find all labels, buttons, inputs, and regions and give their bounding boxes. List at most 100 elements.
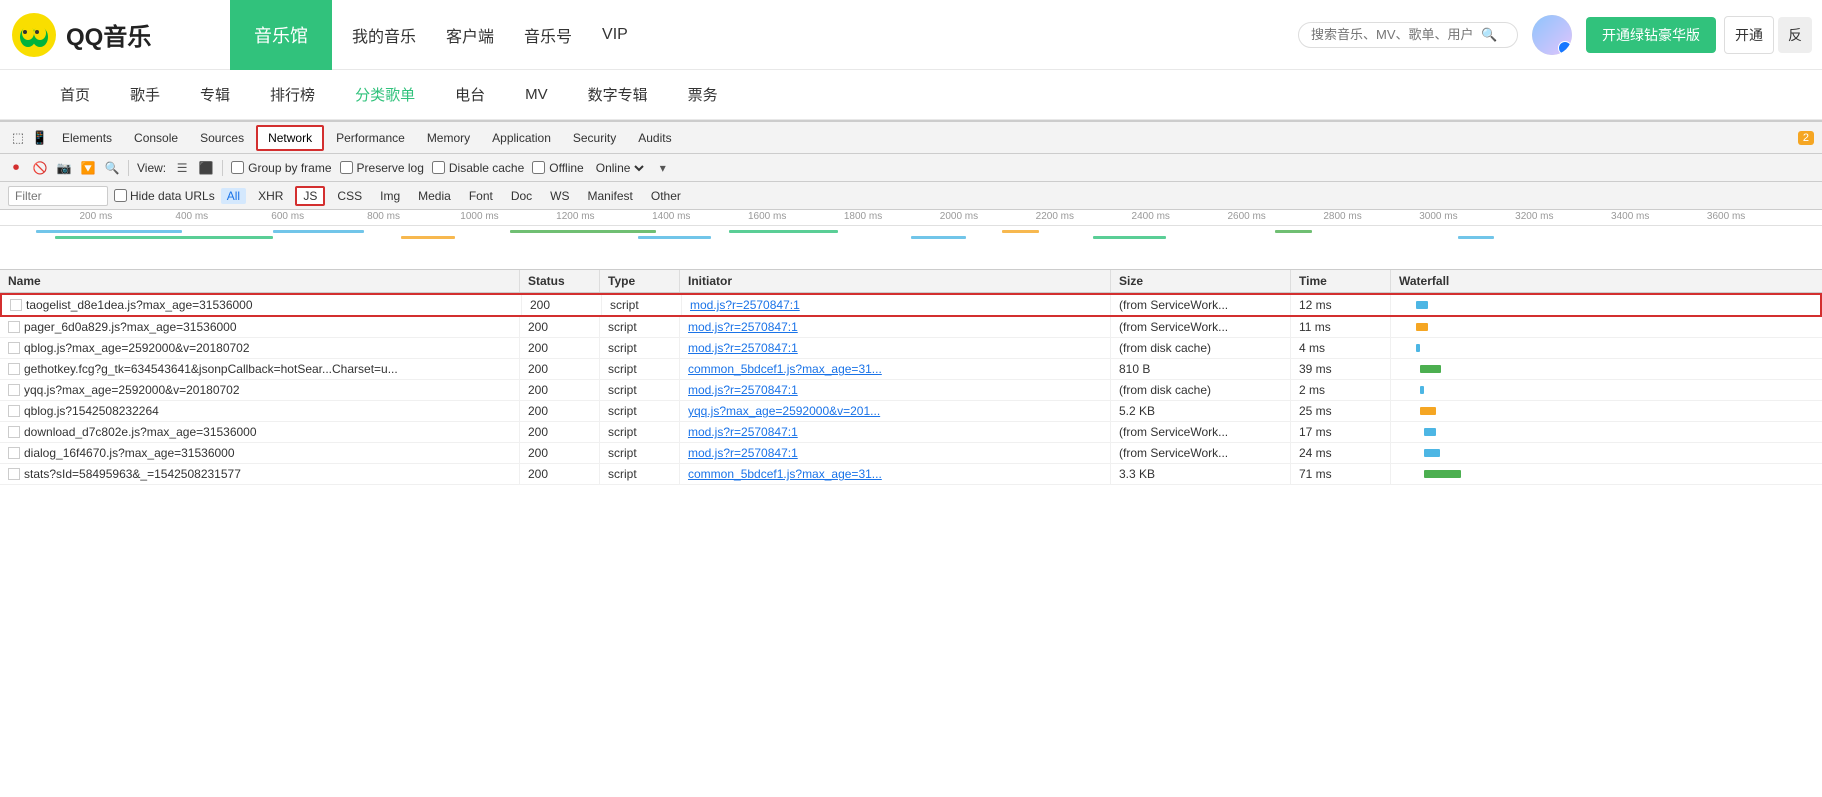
table-row[interactable]: pager_6d0a829.js?max_age=31536000200scri…: [0, 317, 1822, 338]
view-list-icon[interactable]: ☰: [174, 160, 190, 176]
row-waterfall: [1391, 464, 1822, 484]
group-by-frame-checkbox[interactable]: Group by frame: [231, 161, 331, 175]
nav-active-btn[interactable]: 音乐馆: [230, 0, 332, 70]
file-icon: [8, 384, 20, 396]
preserve-log-checkbox[interactable]: Preserve log: [340, 161, 424, 175]
sec-nav-ticket[interactable]: 票务: [688, 80, 718, 109]
row-initiator[interactable]: yqq.js?max_age=2592000&v=201...: [688, 404, 880, 418]
sec-nav-playlist[interactable]: 分类歌单: [355, 80, 415, 109]
table-row[interactable]: yqq.js?max_age=2592000&v=20180702200scri…: [0, 380, 1822, 401]
filter-icon[interactable]: 🔽: [80, 160, 96, 176]
row-time: 11 ms: [1291, 317, 1391, 337]
row-type: script: [600, 359, 680, 379]
filter-manifest-btn[interactable]: Manifest: [582, 188, 639, 204]
online-select[interactable]: Online: [592, 160, 647, 176]
offline-checkbox[interactable]: Offline: [532, 161, 583, 175]
search-input[interactable]: [1311, 27, 1481, 42]
col-header-size[interactable]: Size: [1111, 270, 1291, 292]
nav-link-musicno[interactable]: 音乐号: [524, 23, 572, 47]
filter-css-btn[interactable]: CSS: [331, 188, 368, 204]
col-header-type[interactable]: Type: [600, 270, 680, 292]
feedback-button[interactable]: 反: [1778, 17, 1812, 53]
row-status: 200: [520, 338, 600, 358]
search-network-icon[interactable]: 🔍: [104, 160, 120, 176]
search-icon: 🔍: [1481, 27, 1497, 43]
nav-link-music[interactable]: 我的音乐: [352, 23, 416, 47]
sec-nav-album[interactable]: 专辑: [200, 80, 230, 109]
filter-all-btn[interactable]: All: [221, 188, 246, 204]
file-icon: [8, 468, 20, 480]
vip-button[interactable]: 开通绿钻豪华版: [1586, 17, 1716, 53]
row-time: 71 ms: [1291, 464, 1391, 484]
row-name: yqq.js?max_age=2592000&v=20180702: [24, 383, 240, 397]
filter-ws-btn[interactable]: WS: [544, 188, 575, 204]
sec-nav-home[interactable]: 首页: [60, 80, 90, 109]
filter-js-btn[interactable]: JS: [295, 186, 325, 206]
row-size: (from ServiceWork...: [1111, 443, 1291, 463]
row-initiator[interactable]: mod.js?r=2570847:1: [688, 320, 798, 334]
table-row[interactable]: taogelist_d8e1dea.js?max_age=31536000200…: [0, 293, 1822, 317]
nav-link-client[interactable]: 客户端: [446, 23, 494, 47]
tab-security[interactable]: Security: [563, 127, 626, 149]
table-row[interactable]: stats?sId=58495963&_=1542508231577200scr…: [0, 464, 1822, 485]
filter-input[interactable]: [8, 186, 108, 206]
row-initiator[interactable]: mod.js?r=2570847:1: [688, 383, 798, 397]
online-dropdown-icon[interactable]: ▾: [655, 160, 671, 176]
filter-other-btn[interactable]: Other: [645, 188, 687, 204]
sec-nav-digital[interactable]: 数字专辑: [588, 80, 648, 109]
row-type: script: [600, 317, 680, 337]
file-icon: [8, 405, 20, 417]
row-name: download_d7c802e.js?max_age=31536000: [24, 425, 257, 439]
table-row[interactable]: dialog_16f4670.js?max_age=31536000200scr…: [0, 443, 1822, 464]
warning-badge: 2: [1798, 131, 1814, 145]
view-label: View:: [137, 161, 166, 175]
sec-nav-chart[interactable]: 排行榜: [270, 80, 315, 109]
row-initiator[interactable]: mod.js?r=2570847:1: [688, 341, 798, 355]
row-name: dialog_16f4670.js?max_age=31536000: [24, 446, 235, 460]
filter-media-btn[interactable]: Media: [412, 188, 457, 204]
tab-sources[interactable]: Sources: [190, 127, 254, 149]
tab-network[interactable]: Network: [256, 125, 324, 151]
record-icon[interactable]: ⏺: [8, 160, 24, 176]
col-header-time[interactable]: Time: [1291, 270, 1391, 292]
col-header-waterfall[interactable]: Waterfall: [1391, 270, 1822, 292]
hide-data-urls-checkbox[interactable]: Hide data URLs: [114, 189, 215, 203]
filter-doc-btn[interactable]: Doc: [505, 188, 538, 204]
row-initiator[interactable]: mod.js?r=2570847:1: [688, 425, 798, 439]
logo-icon: [10, 11, 58, 59]
row-initiator[interactable]: mod.js?r=2570847:1: [690, 298, 800, 312]
stop-icon[interactable]: 🚫: [32, 160, 48, 176]
open-button[interactable]: 开通: [1724, 16, 1774, 54]
disable-cache-checkbox[interactable]: Disable cache: [432, 161, 524, 175]
col-header-initiator[interactable]: Initiator: [680, 270, 1111, 292]
view-waterfall-icon[interactable]: ⬛: [198, 160, 214, 176]
devtools-icon-device[interactable]: 📱: [30, 128, 50, 148]
row-waterfall: [1391, 380, 1822, 400]
tab-audits[interactable]: Audits: [628, 127, 681, 149]
table-row[interactable]: download_d7c802e.js?max_age=31536000200s…: [0, 422, 1822, 443]
tab-console[interactable]: Console: [124, 127, 188, 149]
sec-nav-singer[interactable]: 歌手: [130, 80, 160, 109]
nav-link-vip[interactable]: VIP: [602, 26, 628, 44]
tab-performance[interactable]: Performance: [326, 127, 415, 149]
table-row[interactable]: qblog.js?max_age=2592000&v=20180702200sc…: [0, 338, 1822, 359]
col-header-status[interactable]: Status: [520, 270, 600, 292]
col-header-name[interactable]: Name: [0, 270, 520, 292]
filter-font-btn[interactable]: Font: [463, 188, 499, 204]
table-row[interactable]: gethotkey.fcg?g_tk=634543641&jsonpCallba…: [0, 359, 1822, 380]
user-avatar[interactable]: [1532, 15, 1572, 55]
tab-application[interactable]: Application: [482, 127, 561, 149]
row-initiator[interactable]: common_5bdcef1.js?max_age=31...: [688, 362, 882, 376]
devtools-icon-cursor[interactable]: ⬚: [8, 128, 28, 148]
tab-elements[interactable]: Elements: [52, 127, 122, 149]
tab-memory[interactable]: Memory: [417, 127, 480, 149]
sec-nav-radio[interactable]: 电台: [455, 80, 485, 109]
filter-xhr-btn[interactable]: XHR: [252, 188, 289, 204]
row-initiator[interactable]: mod.js?r=2570847:1: [688, 446, 798, 460]
filter-img-btn[interactable]: Img: [374, 188, 406, 204]
row-initiator[interactable]: common_5bdcef1.js?max_age=31...: [688, 467, 882, 481]
camera-icon[interactable]: 📷: [56, 160, 72, 176]
row-status: 200: [520, 464, 600, 484]
sec-nav-mv[interactable]: MV: [525, 82, 548, 107]
table-row[interactable]: qblog.js?1542508232264200scriptyqq.js?ma…: [0, 401, 1822, 422]
